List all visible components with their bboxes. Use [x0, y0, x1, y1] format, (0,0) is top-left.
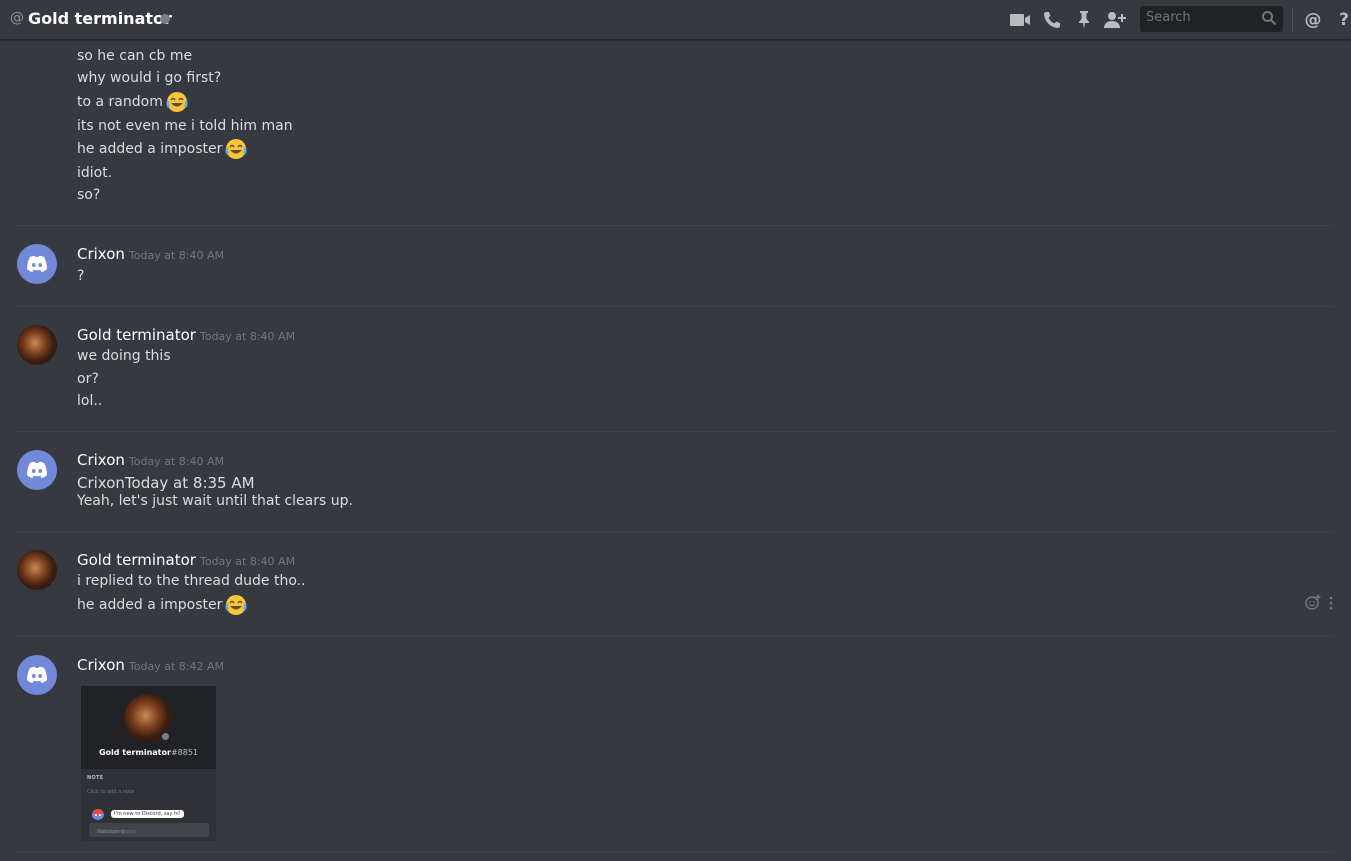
card-note-placeholder: Click to add a note	[87, 789, 135, 795]
add-friend-icon[interactable]	[1103, 8, 1127, 32]
discord-logo-icon	[27, 255, 47, 272]
message-divider	[16, 531, 1335, 532]
channel-header: @ Gold terminator Search @ ?	[0, 0, 1351, 40]
avatar[interactable]	[17, 325, 57, 365]
joy-emoji-icon	[225, 595, 247, 615]
joy-emoji-icon	[225, 139, 247, 159]
discord-logo-icon	[27, 666, 47, 683]
message-hover-actions	[1305, 594, 1333, 614]
message-line: i replied to the thread dude tho..	[77, 573, 306, 589]
card-username: Gold terminator#8851	[98, 748, 198, 757]
username[interactable]: Gold terminator	[77, 551, 196, 569]
message-line: its not even me i told him man	[77, 118, 293, 134]
message-divider	[16, 636, 1335, 637]
search-input[interactable]: Search	[1140, 6, 1283, 32]
image-attachment[interactable]: Gold terminator#8851 NOTE Click to add a…	[81, 686, 216, 841]
username[interactable]: Crixon	[77, 656, 125, 674]
add-reaction-icon[interactable]	[1305, 594, 1321, 614]
wumpus-icon	[92, 809, 104, 820]
message-line: he added a imposter	[77, 594, 247, 616]
message-divider	[16, 225, 1335, 226]
message-text: he added a imposter	[77, 597, 223, 613]
message-line: ?	[77, 268, 85, 284]
message-line: so?	[77, 187, 101, 203]
timestamp: Today at 8:40 AM	[128, 249, 224, 262]
header-divider	[1292, 8, 1293, 32]
message-line: to a random	[77, 91, 188, 113]
card-status-icon	[160, 731, 171, 742]
message-author[interactable]: Crixon Today at 8:40 AM	[77, 451, 224, 469]
message-line: we doing this	[77, 348, 171, 364]
search-icon	[1261, 10, 1277, 30]
avatar[interactable]	[17, 244, 57, 284]
message-line: idiot.	[77, 165, 113, 181]
card-note-heading: NOTE	[87, 775, 104, 781]
message-text: to a random	[77, 94, 163, 110]
search-placeholder: Search	[1146, 10, 1191, 25]
timestamp: Today at 8:42 AM	[128, 660, 224, 673]
dm-at-icon: @	[10, 10, 24, 26]
message-line: he added a imposter	[77, 138, 247, 160]
message-author[interactable]: Gold terminator Today at 8:40 AM	[77, 326, 295, 344]
mention-icon[interactable]: @	[1301, 8, 1325, 32]
more-options-icon[interactable]	[1329, 595, 1333, 614]
help-icon[interactable]: ?	[1332, 8, 1351, 32]
message-divider	[16, 852, 1335, 853]
message-line: CrixonToday at 8:35 AM	[77, 474, 255, 492]
joy-emoji-icon	[166, 92, 188, 112]
profile-card-header: Gold terminator#8851	[81, 686, 216, 769]
message-line: Yeah, let's just wait until that clears …	[77, 493, 353, 509]
voice-call-icon[interactable]	[1040, 8, 1064, 32]
message-line: lol..	[77, 393, 103, 409]
discord-logo-icon	[27, 461, 47, 478]
video-call-icon[interactable]	[1008, 8, 1032, 32]
message-author[interactable]: Gold terminator Today at 8:40 AM	[77, 551, 295, 569]
message-author[interactable]: Crixon Today at 8:40 AM	[77, 245, 224, 263]
timestamp: Today at 8:40 AM	[128, 455, 224, 468]
page-title: Gold terminator	[28, 9, 172, 28]
avatar[interactable]	[17, 450, 57, 490]
message-author[interactable]: Crixon Today at 8:42 AM	[77, 656, 224, 674]
username[interactable]: Crixon	[77, 245, 125, 263]
message-text: he added a imposter	[77, 141, 223, 157]
offline-status-icon	[160, 14, 170, 24]
card-message-input: Message @ Gold terminator	[89, 823, 209, 837]
message-divider	[16, 431, 1335, 432]
card-wumpus-bubble: I'm new to Discord, say hi!	[111, 810, 184, 818]
timestamp: Today at 8:40 AM	[199, 555, 296, 568]
pin-icon[interactable]	[1072, 8, 1096, 32]
username[interactable]: Crixon	[77, 451, 125, 469]
message-divider	[16, 306, 1335, 307]
timestamp: Today at 8:40 AM	[199, 330, 296, 343]
avatar[interactable]	[17, 550, 57, 590]
message-line: why would i go first?	[77, 70, 222, 86]
message-line: or?	[77, 371, 99, 387]
username[interactable]: Gold terminator	[77, 326, 196, 344]
message-line: so he can cb me	[77, 48, 193, 64]
avatar[interactable]	[17, 655, 57, 695]
